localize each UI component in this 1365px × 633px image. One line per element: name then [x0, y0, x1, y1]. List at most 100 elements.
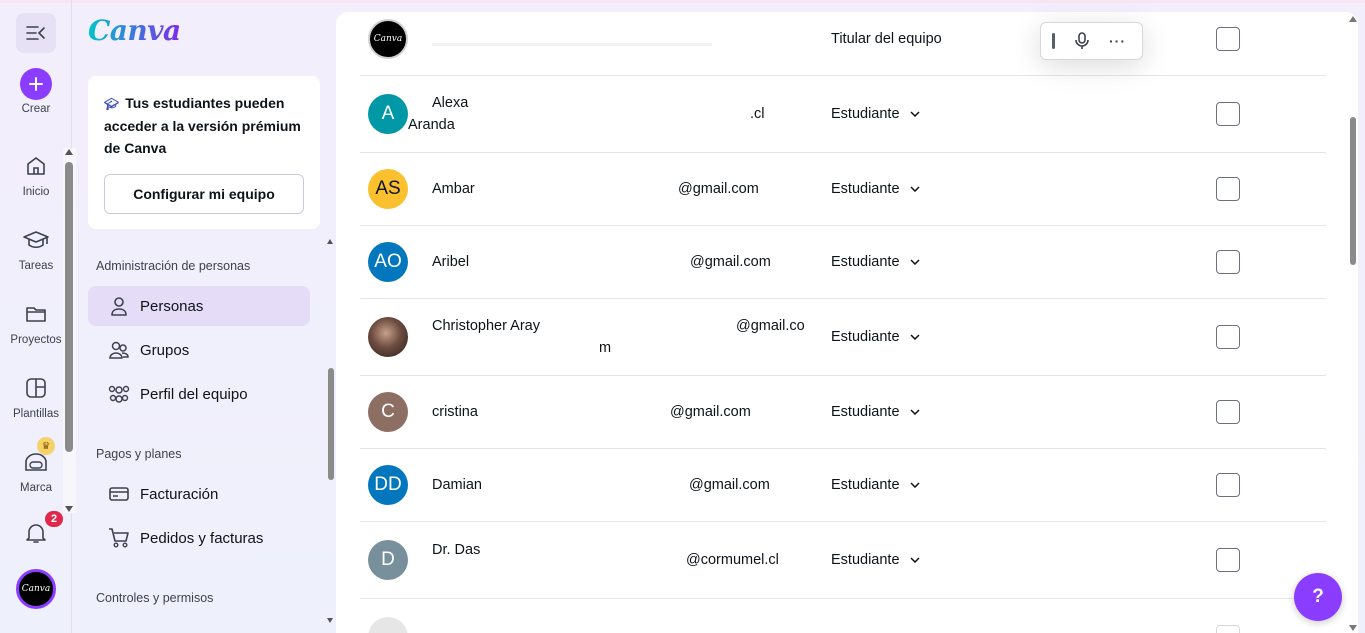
section-title-billing: Pagos y planes [96, 447, 182, 461]
avatar: AO [368, 242, 408, 282]
member-email: @gmail.com [689, 477, 770, 493]
home-icon [16, 146, 56, 186]
member-email: .cl [750, 106, 765, 122]
nav-label-people: Personas [140, 297, 204, 315]
member-name: cristina [432, 404, 478, 420]
user-avatar[interactable]: Canva [16, 569, 56, 609]
sidebar-scrollbar[interactable] [326, 236, 336, 626]
table-row [360, 599, 1326, 633]
table-row: AS Ambar @gmail.com Estudiante [360, 153, 1326, 226]
rail-item-tasks[interactable]: Tareas [0, 220, 72, 272]
member-checkbox[interactable] [1216, 102, 1240, 126]
collapse-sidebar-button[interactable] [16, 13, 56, 53]
member-checkbox[interactable] [1216, 625, 1240, 633]
member-name [432, 36, 712, 52]
promo-text-content: Tus estudiantes pueden acceder a la vers… [104, 95, 301, 156]
member-email: @gmail.co [736, 318, 805, 334]
chevron-down-icon [910, 186, 920, 192]
table-row: D Dr. Das @cormumel.cl Estudiante [360, 522, 1326, 599]
scroll-down-arrow-icon[interactable] [1349, 625, 1357, 631]
canva-logo[interactable]: Canva [88, 14, 181, 47]
more-options-icon[interactable]: ··· [1109, 33, 1126, 49]
crown-icon: ♛ [37, 437, 55, 455]
member-checkbox[interactable] [1216, 177, 1240, 201]
table-row: Canva Titular del equipo [360, 12, 1326, 76]
nav-label-orders: Pedidos y facturas [140, 529, 264, 547]
member-name: Aribel [432, 254, 470, 270]
member-checkbox[interactable] [1216, 27, 1240, 51]
folder-icon [16, 294, 56, 334]
member-checkbox[interactable] [1216, 325, 1240, 349]
credit-card-icon [108, 483, 130, 505]
rail-item-home[interactable]: Inicio [0, 146, 72, 198]
nav-item-groups[interactable]: Grupos [88, 330, 310, 370]
scroll-thumb[interactable] [328, 368, 334, 480]
role-dropdown[interactable]: Estudiante [831, 181, 920, 197]
member-name: Dr. Das [432, 542, 481, 558]
table-row: C cristina @gmail.com Estudiante [360, 376, 1326, 449]
member-name: Alexa [432, 95, 469, 111]
shopping-cart-icon [108, 527, 130, 549]
table-row: DD Damian @gmail.com Estudiante [360, 449, 1326, 522]
group-icon [108, 339, 130, 361]
member-email: @gmail.com [670, 404, 751, 420]
left-rail: Crear Inicio Tareas Proyectos Plantillas… [0, 0, 76, 633]
microphone-icon[interactable] [1075, 32, 1089, 50]
avatar [368, 617, 408, 633]
role-dropdown[interactable]: Estudiante [831, 477, 920, 493]
role-dropdown[interactable]: Estudiante [831, 329, 920, 345]
settings-sidebar: Canva 🎓︎ Tus estudiantes pueden acceder a… [72, 0, 336, 633]
nav-item-people[interactable]: Personas [88, 286, 310, 326]
member-name: Christopher Aray [432, 318, 540, 334]
collapse-icon [26, 26, 45, 40]
promo-card: 🎓︎ Tus estudiantes pueden acceder a la ve… [88, 76, 320, 229]
rail-item-brand[interactable]: Marca [0, 442, 72, 494]
member-checkbox[interactable] [1216, 400, 1240, 424]
configure-team-button[interactable]: Configurar mi equipo [104, 174, 304, 214]
nav-item-orders[interactable]: Pedidos y facturas [88, 518, 310, 558]
member-checkbox[interactable] [1216, 548, 1240, 572]
member-checkbox[interactable] [1216, 250, 1240, 274]
role-dropdown[interactable]: Estudiante [831, 106, 920, 122]
rail-label-projects: Proyectos [10, 334, 62, 346]
members-panel: Canva Titular del equipo A Alexa Aranda … [336, 12, 1358, 633]
member-checkbox[interactable] [1216, 473, 1240, 497]
plus-icon [20, 68, 52, 100]
team-profile-icon [108, 383, 130, 405]
voice-toolbar: ··· [1040, 22, 1143, 60]
chevron-down-icon [910, 111, 920, 117]
member-email: @cormumel.cl [686, 552, 779, 568]
notification-badge: 2 [45, 511, 63, 527]
role-dropdown[interactable]: Estudiante [831, 552, 920, 568]
scroll-thumb[interactable] [1350, 117, 1356, 265]
member-name: Ambar [432, 181, 475, 197]
rail-label-home: Inicio [22, 186, 50, 198]
role-dropdown[interactable]: Estudiante [831, 254, 920, 270]
avatar: Canva [368, 19, 408, 59]
scroll-up-arrow-icon[interactable] [1349, 16, 1357, 22]
rail-item-projects[interactable]: Proyectos [0, 294, 72, 346]
member-name-line2: Aranda [408, 117, 455, 133]
nav-item-team-profile[interactable]: Perfil del equipo [88, 374, 310, 414]
scroll-down-arrow-icon[interactable] [327, 618, 333, 623]
scroll-up-arrow-icon[interactable] [327, 239, 333, 244]
graduation-cap-icon: 🎓︎ [104, 97, 120, 111]
nav-item-billing[interactable]: Facturación [88, 474, 310, 514]
nav-label-groups: Grupos [140, 341, 190, 359]
main-scrollbar[interactable] [1347, 12, 1359, 633]
help-button[interactable]: ? [1294, 573, 1342, 621]
drag-handle[interactable] [1052, 33, 1055, 49]
chevron-down-icon [910, 557, 920, 563]
chevron-down-icon [910, 259, 920, 265]
rail-label-brand: Marca [20, 482, 52, 494]
role-dropdown[interactable]: Estudiante [831, 404, 920, 420]
create-button[interactable]: Crear [0, 68, 72, 115]
avatar: D [368, 540, 408, 580]
member-email: @gmail.com [678, 181, 759, 197]
avatar-photo [368, 317, 408, 357]
user-avatar-text: Canva [21, 584, 51, 594]
rail-item-templates[interactable]: Plantillas [0, 368, 72, 420]
section-title-controls: Controles y permisos [96, 591, 214, 605]
create-label: Crear [21, 103, 51, 115]
avatar: A [368, 94, 408, 134]
